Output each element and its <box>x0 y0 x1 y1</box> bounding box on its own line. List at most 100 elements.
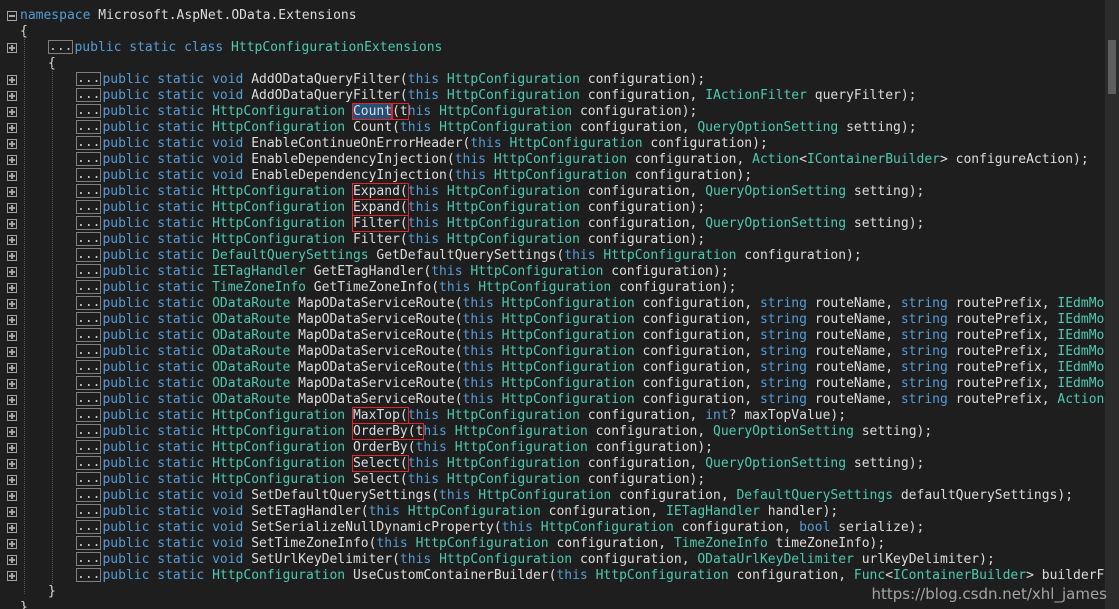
expand-toggle-icon[interactable] <box>7 251 17 261</box>
code-line[interactable]: ... public static HttpConfiguration Selec… <box>0 472 1105 488</box>
collapsed-region-marker[interactable]: ... <box>76 280 102 294</box>
code-line[interactable]: ... public static void SetTimeZoneInfo(th… <box>0 536 1105 552</box>
code-line[interactable]: ... public static void SetSerializeNullDy… <box>0 520 1105 536</box>
code-line[interactable]: ... public static TimeZoneInfo GetTimeZon… <box>0 280 1105 296</box>
code-line[interactable]: ... public static ODataRoute MapODataServ… <box>0 344 1105 360</box>
code-line[interactable]: ... public static ODataRoute MapODataServ… <box>0 376 1105 392</box>
collapsed-region-marker[interactable]: ... <box>76 104 102 118</box>
collapsed-region-marker[interactable]: ... <box>48 40 74 54</box>
expand-toggle-icon[interactable] <box>7 155 17 165</box>
code-line[interactable]: ... public static void SetUrlKeyDelimiter… <box>0 552 1105 568</box>
code-line[interactable]: ... public static DefaultQuerySettings Ge… <box>0 248 1105 264</box>
expand-toggle-icon[interactable] <box>7 411 17 421</box>
expand-toggle-icon[interactable] <box>7 315 17 325</box>
code-line[interactable]: ... public static HttpConfiguration Order… <box>0 440 1105 456</box>
code-line[interactable]: ... public static HttpConfiguration MaxTo… <box>0 407 1105 424</box>
collapsed-region-marker[interactable]: ... <box>76 120 102 134</box>
expand-toggle-icon[interactable] <box>7 539 17 549</box>
code-line[interactable]: ... public static HttpConfiguration Count… <box>0 103 1105 120</box>
collapsed-region-marker[interactable]: ... <box>76 552 102 566</box>
expand-toggle-icon[interactable] <box>7 187 17 197</box>
code-line[interactable]: ... public static HttpConfiguration Filte… <box>0 232 1105 248</box>
code-line[interactable]: { <box>0 24 1105 40</box>
collapsed-region-marker[interactable]: ... <box>76 136 102 150</box>
collapsed-region-marker[interactable]: ... <box>76 440 102 454</box>
collapsed-region-marker[interactable]: ... <box>76 328 102 342</box>
expand-toggle-icon[interactable] <box>7 203 17 213</box>
code-line[interactable]: ... public static void SetDefaultQuerySet… <box>0 488 1105 504</box>
code-line[interactable]: ... public static HttpConfiguration UseCu… <box>0 568 1105 584</box>
expand-toggle-icon[interactable] <box>7 235 17 245</box>
code-line[interactable]: ... public static void AddODataQueryFilte… <box>0 88 1105 104</box>
collapsed-region-marker[interactable]: ... <box>76 408 102 422</box>
scrollbar-thumb[interactable] <box>1108 40 1116 94</box>
collapsed-region-marker[interactable]: ... <box>76 248 102 262</box>
collapsed-region-marker[interactable]: ... <box>76 360 102 374</box>
collapsed-region-marker[interactable]: ... <box>76 72 102 86</box>
collapsed-region-marker[interactable]: ... <box>76 456 102 470</box>
collapsed-region-marker[interactable]: ... <box>76 200 102 214</box>
collapsed-region-marker[interactable]: ... <box>76 152 102 166</box>
collapsed-region-marker[interactable]: ... <box>76 216 102 230</box>
code-line[interactable]: ... public static ODataRoute MapODataServ… <box>0 328 1105 344</box>
code-line[interactable]: ... public static ODataRoute MapODataServ… <box>0 296 1105 312</box>
collapsed-region-marker[interactable]: ... <box>76 312 102 326</box>
expand-toggle-icon[interactable] <box>7 139 17 149</box>
collapsed-region-marker[interactable]: ... <box>76 344 102 358</box>
expand-toggle-icon[interactable] <box>7 299 17 309</box>
expand-toggle-icon[interactable] <box>7 491 17 501</box>
code-line[interactable]: ... public static ODataRoute MapODataServ… <box>0 392 1105 408</box>
collapsed-region-marker[interactable]: ... <box>76 424 102 438</box>
expand-toggle-icon[interactable] <box>7 443 17 453</box>
code-line[interactable]: ... public static HttpConfiguration Expan… <box>0 183 1105 200</box>
collapsed-region-marker[interactable]: ... <box>76 392 102 406</box>
collapsed-region-marker[interactable]: ... <box>76 184 102 198</box>
expand-toggle-icon[interactable] <box>7 171 17 181</box>
expand-toggle-icon[interactable] <box>7 267 17 277</box>
expand-toggle-icon[interactable] <box>7 395 17 405</box>
expand-toggle-icon[interactable] <box>7 91 17 101</box>
code-line[interactable]: ... public static void EnableDependencyIn… <box>0 168 1105 184</box>
collapsed-region-marker[interactable]: ... <box>76 264 102 278</box>
expand-toggle-icon[interactable] <box>7 555 17 565</box>
code-line[interactable]: ... public static HttpConfiguration Count… <box>0 120 1105 136</box>
expand-toggle-icon[interactable] <box>7 219 17 229</box>
code-line[interactable]: ... public static void EnableContinueOnEr… <box>0 136 1105 152</box>
expand-toggle-icon[interactable] <box>7 379 17 389</box>
collapsed-region-marker[interactable]: ... <box>76 376 102 390</box>
collapsed-region-marker[interactable]: ... <box>76 168 102 182</box>
expand-toggle-icon[interactable] <box>7 507 17 517</box>
code-line[interactable]: ... public static HttpConfiguration Expan… <box>0 199 1105 216</box>
collapsed-region-marker[interactable]: ... <box>76 488 102 502</box>
expand-toggle-icon[interactable] <box>7 331 17 341</box>
code-line[interactable]: ... public static HttpConfiguration Filte… <box>0 215 1105 232</box>
expand-toggle-icon[interactable] <box>7 43 17 53</box>
code-line[interactable]: ... public static void SetETagHandler(thi… <box>0 504 1105 520</box>
code-line[interactable]: ... public static HttpConfiguration Order… <box>0 423 1105 440</box>
expand-toggle-icon[interactable] <box>7 347 17 357</box>
expand-toggle-icon[interactable] <box>7 75 17 85</box>
expand-toggle-icon[interactable] <box>7 427 17 437</box>
collapsed-region-marker[interactable]: ... <box>76 568 102 582</box>
code-line[interactable]: ... public static IETagHandler GetETagHan… <box>0 264 1105 280</box>
code-line[interactable]: ... public static void EnableDependencyIn… <box>0 152 1105 168</box>
code-line[interactable]: namespace Microsoft.AspNet.OData.Extensi… <box>0 8 1105 24</box>
expand-toggle-icon[interactable] <box>7 475 17 485</box>
collapsed-region-marker[interactable]: ... <box>76 232 102 246</box>
code-line[interactable]: ... public static void AddODataQueryFilte… <box>0 72 1105 88</box>
collapsed-region-marker[interactable]: ... <box>76 88 102 102</box>
collapsed-region-marker[interactable]: ... <box>76 504 102 518</box>
expand-toggle-icon[interactable] <box>7 123 17 133</box>
code-line[interactable]: { <box>0 56 1105 72</box>
code-line[interactable]: ... public static ODataRoute MapODataServ… <box>0 360 1105 376</box>
code-line[interactable]: ... public static HttpConfiguration Selec… <box>0 455 1105 472</box>
expand-toggle-icon[interactable] <box>7 523 17 533</box>
collapsed-region-marker[interactable]: ... <box>76 520 102 534</box>
collapsed-region-marker[interactable]: ... <box>76 536 102 550</box>
collapse-toggle-icon[interactable] <box>7 11 17 21</box>
vertical-scrollbar[interactable] <box>1105 0 1119 609</box>
code-line[interactable]: ... public static ODataRoute MapODataServ… <box>0 312 1105 328</box>
expand-toggle-icon[interactable] <box>7 571 17 581</box>
collapsed-region-marker[interactable]: ... <box>76 296 102 310</box>
collapsed-region-marker[interactable]: ... <box>76 472 102 486</box>
